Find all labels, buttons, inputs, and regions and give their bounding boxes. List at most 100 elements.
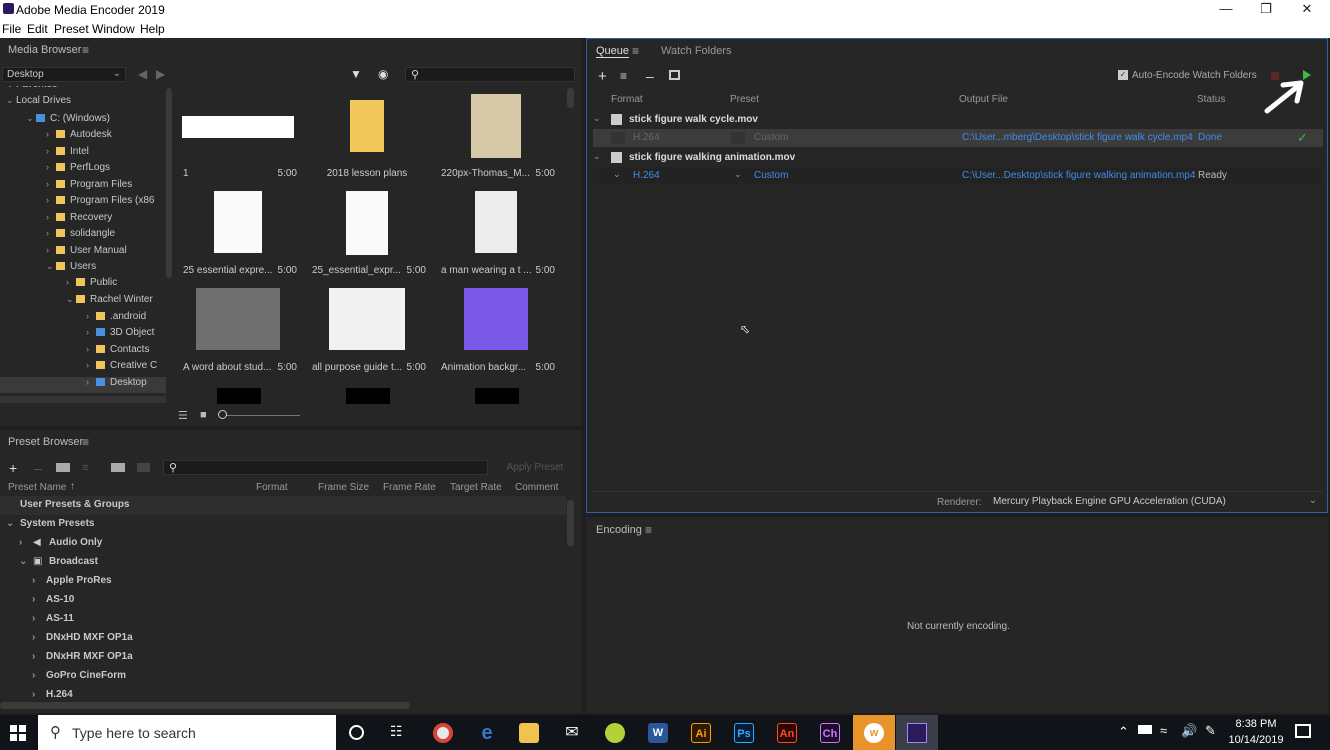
chevron-down-icon[interactable]: ⌄ — [66, 294, 76, 305]
chevron-right-icon[interactable]: › — [19, 537, 22, 548]
chevron-right-icon[interactable]: › — [32, 651, 35, 662]
tree-scrollbar[interactable] — [166, 88, 172, 278]
forward-arrow-icon[interactable]: ▶ — [156, 67, 165, 81]
preset-row[interactable]: › Apple ProRes — [0, 572, 566, 591]
preset-value[interactable]: Custom — [754, 132, 788, 143]
chevron-right-icon[interactable]: › — [32, 632, 35, 643]
chevron-right-icon[interactable]: › — [86, 344, 96, 354]
panel-menu-icon[interactable]: ≡ — [82, 435, 89, 449]
media-thumbnail[interactable]: 2018 lesson plans — [304, 88, 430, 182]
location-dropdown[interactable]: Desktop ⌄ — [2, 67, 126, 82]
output-file-link[interactable]: C:\User...mberg\Desktop\stick figure wal… — [962, 132, 1193, 143]
col-frame-rate[interactable]: Frame Rate — [383, 482, 436, 493]
tree-item[interactable]: › solidangle — [46, 228, 115, 244]
chevron-right-icon[interactable]: › — [86, 360, 96, 370]
preset-dropdown[interactable] — [731, 132, 745, 144]
format-dropdown[interactable] — [611, 132, 625, 144]
media-thumbnail[interactable]: all purpose guide t... 5:00 — [304, 282, 430, 376]
preset-row[interactable]: › DNxHR MXF OP1a — [0, 648, 566, 667]
output-file-link[interactable]: C:\User...Desktop\stick figure walking a… — [962, 170, 1195, 181]
tree-item[interactable]: › Program Files (x86 — [46, 195, 154, 211]
chevron-right-icon[interactable]: › — [32, 689, 35, 700]
minimize-icon[interactable]: — — [1206, 1, 1246, 19]
thumbnail-image[interactable] — [217, 388, 261, 404]
chevron-right-icon[interactable]: › — [32, 613, 35, 624]
col-format[interactable]: Format — [256, 482, 288, 493]
preset-settings-icon[interactable]: ≡ — [82, 462, 88, 474]
menu-file[interactable]: File — [2, 22, 21, 36]
tree-item[interactable]: ⌄ Local Drives — [6, 95, 71, 111]
chevron-right-icon[interactable]: › — [32, 575, 35, 586]
preset-row[interactable]: › AS-10 — [0, 591, 566, 610]
cortana-icon[interactable] — [349, 725, 364, 740]
preset-row[interactable]: › AS-11 — [0, 610, 566, 629]
chevron-right-icon[interactable]: › — [46, 228, 56, 238]
chevron-down-icon[interactable]: ⌄ — [593, 113, 601, 124]
illustrator-icon[interactable]: Ai — [691, 723, 711, 743]
tree-item[interactable]: › Autodesk — [46, 129, 112, 145]
col-output-file[interactable]: Output File — [959, 94, 1008, 105]
pen-icon[interactable]: ✎ — [1205, 723, 1216, 739]
chevron-down-icon[interactable]: ⌄ — [6, 95, 16, 106]
chevron-right-icon[interactable]: › — [66, 277, 76, 287]
tree-item[interactable]: › 3D Object — [86, 327, 154, 343]
taskbar-app-highlight[interactable]: w — [853, 715, 895, 750]
auto-encode-checkbox[interactable]: ✓ — [1118, 70, 1128, 80]
duplicate-icon[interactable] — [669, 70, 680, 80]
chevron-right-icon[interactable]: › — [32, 594, 35, 605]
chevron-right-icon[interactable]: › — [46, 245, 56, 255]
tab-watch-folders[interactable]: Watch Folders — [661, 45, 732, 57]
queue-source-row[interactable]: ⌄ stick figure walk cycle.mov — [593, 111, 1323, 129]
chevron-down-icon[interactable]: ⌄ — [19, 556, 27, 567]
photoshop-icon[interactable]: Ps — [734, 723, 754, 743]
preset-row[interactable]: › GoPro CineForm — [0, 667, 566, 686]
thumbnail-image[interactable] — [346, 388, 390, 404]
file-explorer-icon[interactable] — [519, 723, 539, 743]
tree-item[interactable]: ⌄ Users — [46, 261, 96, 277]
menu-edit[interactable]: Edit — [27, 22, 48, 36]
tree-item[interactable]: › PerfLogs — [46, 162, 110, 178]
chevron-down-icon[interactable]: ⌄ — [26, 113, 36, 124]
media-thumbnail[interactable]: 25 essential expre... 5:00 — [175, 185, 301, 279]
tab-queue[interactable]: Queue — [596, 45, 630, 58]
chevron-down-icon[interactable]: ⌄ — [46, 261, 56, 272]
notifications-icon[interactable] — [1295, 724, 1311, 738]
preset-hscrollbar[interactable] — [0, 702, 410, 709]
apply-preset-button[interactable]: Apply Preset — [496, 460, 574, 475]
preset-search-input[interactable]: ⚲ — [163, 460, 488, 475]
zoom-slider[interactable] — [222, 415, 300, 416]
preset-row[interactable]: ⌄ ▣ Broadcast — [0, 553, 566, 572]
col-format[interactable]: Format — [611, 94, 643, 105]
task-view-icon[interactable]: ☷ — [390, 723, 403, 740]
media-thumbnail[interactable]: A word about stud... 5:00 — [175, 282, 301, 376]
col-preset[interactable]: Preset — [730, 94, 759, 105]
chevron-right-icon[interactable]: › — [86, 311, 96, 321]
queue-source-row[interactable]: ⌄ stick figure walking animation.mov — [593, 149, 1323, 167]
chevron-right-icon[interactable]: › — [46, 195, 56, 205]
sort-up-icon[interactable]: ↑ — [70, 481, 75, 492]
format-value[interactable]: H.264 — [633, 170, 660, 181]
col-status[interactable]: Status — [1197, 94, 1225, 105]
new-group-icon[interactable] — [56, 463, 70, 472]
thumbnail-image[interactable] — [475, 388, 519, 404]
chevron-down-icon[interactable]: ⌄ — [734, 169, 742, 180]
edge-icon[interactable]: e — [477, 723, 497, 743]
chevron-right-icon[interactable]: › — [46, 162, 56, 172]
chevron-down-icon[interactable]: ⌄ — [593, 151, 601, 162]
icon-view-icon[interactable]: ■ — [200, 409, 207, 421]
queue-output-row[interactable]: H.264 Custom C:\User...mberg\Desktop\sti… — [593, 129, 1323, 147]
add-source-icon[interactable]: + — [598, 68, 607, 85]
tree-item[interactable]: › .android — [86, 311, 146, 327]
chrome-icon[interactable] — [433, 723, 453, 743]
chevron-down-icon[interactable]: ⌄ — [613, 169, 621, 180]
chevron-right-icon[interactable]: › — [32, 670, 35, 681]
zoom-slider-handle[interactable] — [218, 410, 227, 419]
menu-help[interactable]: Help — [140, 22, 165, 36]
media-search-input[interactable]: ⚲ — [405, 67, 575, 82]
format-value[interactable]: H.264 — [633, 132, 660, 143]
renderer-dropdown[interactable]: Mercury Playback Engine GPU Acceleration… — [987, 494, 1323, 511]
wifi-icon[interactable]: ≈ — [1160, 723, 1167, 738]
media-thumbnail[interactable]: Animation backgr... 5:00 — [433, 282, 559, 376]
close-icon[interactable]: ✕ — [1287, 1, 1327, 19]
tree-item[interactable]: › Contacts — [86, 344, 149, 360]
